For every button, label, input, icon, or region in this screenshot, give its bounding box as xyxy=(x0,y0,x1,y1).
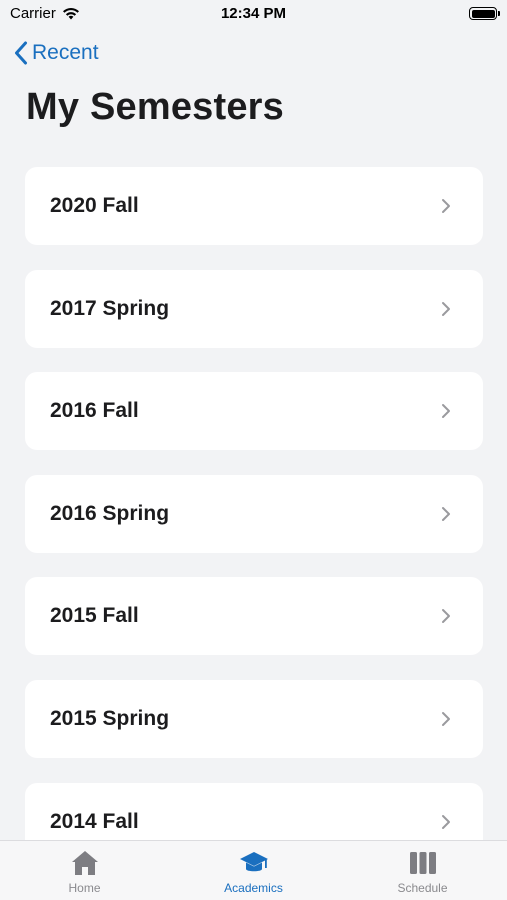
semester-row[interactable]: 2014 Fall xyxy=(25,782,483,840)
chevron-right-icon xyxy=(442,814,450,829)
semester-row[interactable]: 2020 Fall xyxy=(25,167,483,245)
tab-home[interactable]: Home xyxy=(0,841,169,900)
tab-schedule-label: Schedule xyxy=(397,881,448,895)
semester-row[interactable]: 2016 Spring xyxy=(25,474,483,553)
back-button[interactable]: Recent xyxy=(14,38,99,68)
chevron-right-icon xyxy=(442,301,450,316)
semester-list: 2020 Fall 2017 Spring 2016 Fall 2016 Spring… xyxy=(25,167,483,840)
semester-label: 2016 Spring xyxy=(50,501,170,525)
chevron-left-icon xyxy=(15,41,27,65)
tab-bar: Home Academics Schedule xyxy=(0,840,507,900)
chevron-right-icon xyxy=(442,711,450,726)
graduation-cap-icon xyxy=(239,852,268,872)
chevron-right-icon xyxy=(442,609,450,624)
chevron-right-icon xyxy=(442,404,450,419)
chevron-right-icon xyxy=(442,506,450,521)
tab-academics-label: Academics xyxy=(224,881,283,895)
tab-academics[interactable]: Academics xyxy=(169,841,338,900)
semester-row[interactable]: 2015 Fall xyxy=(25,577,483,656)
semester-label: 2014 Fall xyxy=(50,809,139,833)
tab-home-label: Home xyxy=(68,881,101,895)
semester-row[interactable]: 2017 Spring xyxy=(25,269,483,348)
semester-row[interactable]: 2016 Fall xyxy=(25,372,483,451)
semester-label: 2015 Spring xyxy=(50,706,170,730)
home-icon xyxy=(71,851,98,875)
battery-fill xyxy=(471,9,495,18)
status-bar: Carrier 12:34 PM xyxy=(0,0,507,28)
back-button-label: Recent xyxy=(32,41,99,64)
semester-label: 2017 Spring xyxy=(50,296,170,320)
schedule-columns-icon xyxy=(409,852,436,874)
semester-row[interactable]: 2015 Spring xyxy=(25,679,483,758)
status-time: 12:34 PM xyxy=(220,5,287,22)
tab-schedule[interactable]: Schedule xyxy=(338,841,507,900)
semester-label: 2016 Fall xyxy=(50,399,139,423)
battery-icon xyxy=(469,7,500,20)
semester-label: 2015 Fall xyxy=(50,604,139,628)
page-title: My Semesters xyxy=(26,86,284,128)
semester-label: 2020 Fall xyxy=(50,194,139,217)
chevron-right-icon xyxy=(442,199,450,213)
